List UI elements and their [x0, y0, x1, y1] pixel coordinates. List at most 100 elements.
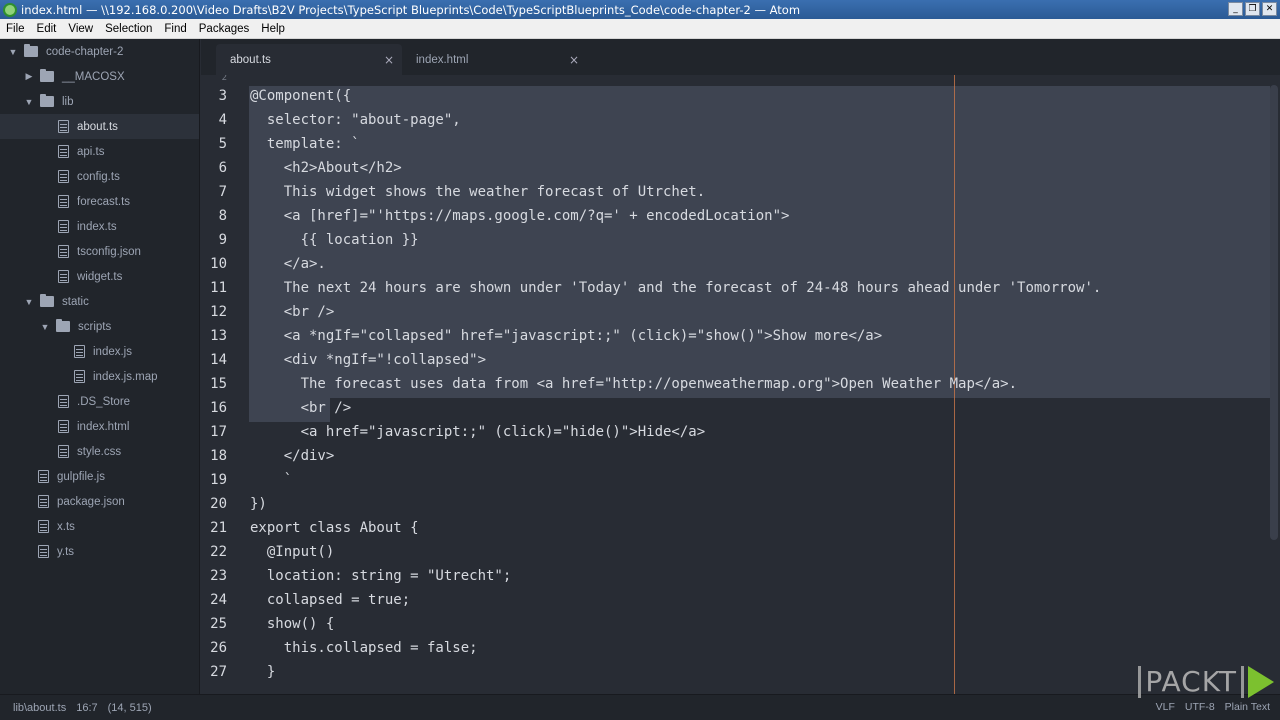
tree-folder[interactable]: ▼ scripts: [0, 314, 199, 339]
tree-item-label: package.json: [57, 495, 125, 508]
code-line[interactable]: </a>.: [250, 256, 326, 272]
line-number: 5: [218, 136, 227, 152]
status-grammar[interactable]: Plain Text: [1225, 701, 1270, 713]
tree-folder[interactable]: ▼ static: [0, 289, 199, 314]
chevron-down-icon[interactable]: ▼: [8, 47, 18, 57]
line-number: 17: [210, 424, 227, 440]
tree-file[interactable]: forecast.ts: [0, 189, 199, 214]
status-cursor-position[interactable]: 16:7: [76, 702, 97, 714]
menu-find[interactable]: Find: [158, 23, 192, 35]
tree-file[interactable]: y.ts: [0, 539, 199, 564]
code-line[interactable]: }: [250, 664, 275, 680]
tree-file[interactable]: index.js.map: [0, 364, 199, 389]
tree-file[interactable]: x.ts: [0, 514, 199, 539]
file-icon: [58, 395, 69, 408]
line-number: 14: [210, 352, 227, 368]
code-editor[interactable]: 2 3 4 5 6 7 8 9 10 11 12 13 14 15 16 17 18 19 20 21 22 23 24 2…: [201, 75, 1280, 694]
folder-icon: [40, 94, 54, 107]
close-tab-icon[interactable]: ×: [569, 53, 579, 67]
menu-file[interactable]: File: [0, 23, 31, 35]
file-icon: [58, 245, 69, 258]
folder-icon: [24, 44, 38, 57]
file-icon: [38, 495, 49, 508]
tree-file[interactable]: index.ts: [0, 214, 199, 239]
tree-item-label: scripts: [78, 320, 112, 333]
menu-bar: File Edit View Selection Find Packages H…: [0, 19, 1280, 39]
code-line[interactable]: selector: "about-page",: [250, 112, 461, 128]
tree-file[interactable]: tsconfig.json: [0, 239, 199, 264]
code-line[interactable]: </div>: [250, 448, 335, 464]
code-line[interactable]: template: `: [250, 136, 360, 152]
close-tab-icon[interactable]: ×: [384, 53, 394, 67]
folder-icon: [40, 69, 54, 82]
code-line[interactable]: <h2>About</h2>: [250, 160, 402, 176]
title-bar: index.html — \\192.168.0.200\Video Draft…: [0, 0, 1280, 19]
file-icon: [58, 220, 69, 233]
tree-folder[interactable]: ▼ code-chapter-2: [0, 39, 199, 64]
tree-file[interactable]: package.json: [0, 489, 199, 514]
menu-help[interactable]: Help: [255, 23, 291, 35]
tree-file[interactable]: widget.ts: [0, 264, 199, 289]
chevron-down-icon[interactable]: ▼: [40, 322, 50, 332]
code-line[interactable]: <a [href]="'https://maps.google.com/?q='…: [250, 208, 790, 224]
minimize-button[interactable]: _: [1228, 2, 1243, 16]
tree-folder[interactable]: ▼ lib: [0, 89, 199, 114]
tab-index-html[interactable]: index.html ×: [402, 44, 587, 75]
tree-file[interactable]: style.css: [0, 439, 199, 464]
menu-edit[interactable]: Edit: [31, 23, 63, 35]
packt-logo: PACKT: [1138, 666, 1274, 698]
chevron-down-icon[interactable]: ▼: [24, 97, 34, 107]
vertical-scrollbar[interactable]: [1270, 85, 1278, 540]
file-icon: [58, 420, 69, 433]
line-number: 12: [210, 304, 227, 320]
folder-icon: [56, 319, 70, 332]
menu-packages[interactable]: Packages: [193, 23, 256, 35]
code-line[interactable]: <a *ngIf="collapsed" href="javascript:;"…: [250, 328, 882, 344]
maximize-button[interactable]: ❐: [1245, 2, 1260, 16]
chevron-down-icon[interactable]: ▼: [24, 297, 34, 307]
line-number: 21: [210, 520, 227, 536]
code-line[interactable]: <div *ngIf="!collapsed">: [250, 352, 486, 368]
chevron-right-icon[interactable]: ▶: [24, 71, 34, 82]
tree-item-label: index.html: [77, 420, 130, 433]
code-line[interactable]: <br />: [250, 400, 352, 416]
line-number: 10: [210, 256, 227, 272]
code-line[interactable]: export class About {: [250, 520, 419, 536]
code-line[interactable]: <a href="javascript:;" (click)="hide()">…: [250, 424, 706, 440]
tree-item-label: index.js.map: [93, 370, 158, 383]
tree-item-label: code-chapter-2: [46, 45, 124, 58]
status-encoding[interactable]: UTF-8: [1185, 701, 1215, 713]
file-icon: [38, 545, 49, 558]
code-line[interactable]: collapsed = true;: [250, 592, 410, 608]
status-line-ending[interactable]: VLF: [1156, 701, 1175, 713]
window-controls: _ ❐ ✕: [1228, 2, 1277, 16]
code-line[interactable]: <br />: [250, 304, 335, 320]
code-line[interactable]: The next 24 hours are shown under 'Today…: [250, 280, 1102, 296]
tree-file[interactable]: gulpfile.js: [0, 464, 199, 489]
menu-view[interactable]: View: [62, 23, 99, 35]
close-button[interactable]: ✕: [1262, 2, 1277, 16]
line-number: 9: [218, 232, 227, 248]
tree-file[interactable]: index.js: [0, 339, 199, 364]
code-line[interactable]: location: string = "Utrecht";: [250, 568, 511, 584]
tree-file[interactable]: index.html: [0, 414, 199, 439]
code-line[interactable]: This widget shows the weather forecast o…: [250, 184, 705, 200]
code-line[interactable]: show() {: [250, 616, 334, 632]
tree-folder[interactable]: ▶ __MACOSX: [0, 64, 199, 89]
tab-about-ts[interactable]: about.ts ×: [216, 44, 402, 75]
code-line[interactable]: @Component({: [250, 88, 351, 104]
tree-file[interactable]: api.ts: [0, 139, 199, 164]
status-file-path[interactable]: lib\about.ts: [13, 702, 66, 714]
code-line[interactable]: {{ location }}: [250, 232, 419, 248]
code-line[interactable]: The forecast uses data from <a href="htt…: [250, 376, 1017, 392]
tree-file[interactable]: config.ts: [0, 164, 199, 189]
menu-selection[interactable]: Selection: [99, 23, 158, 35]
code-line[interactable]: this.collapsed = false;: [250, 640, 478, 656]
code-line[interactable]: }): [250, 496, 267, 512]
line-number: 27: [210, 664, 227, 680]
tree-file[interactable]: about.ts: [0, 114, 199, 139]
tree-file[interactable]: .DS_Store: [0, 389, 199, 414]
code-line[interactable]: @Input(): [250, 544, 334, 560]
status-bar: lib\about.ts 16:7 (14, 515) VLF UTF-8 Pl…: [0, 694, 1280, 720]
code-line[interactable]: `: [250, 472, 292, 488]
